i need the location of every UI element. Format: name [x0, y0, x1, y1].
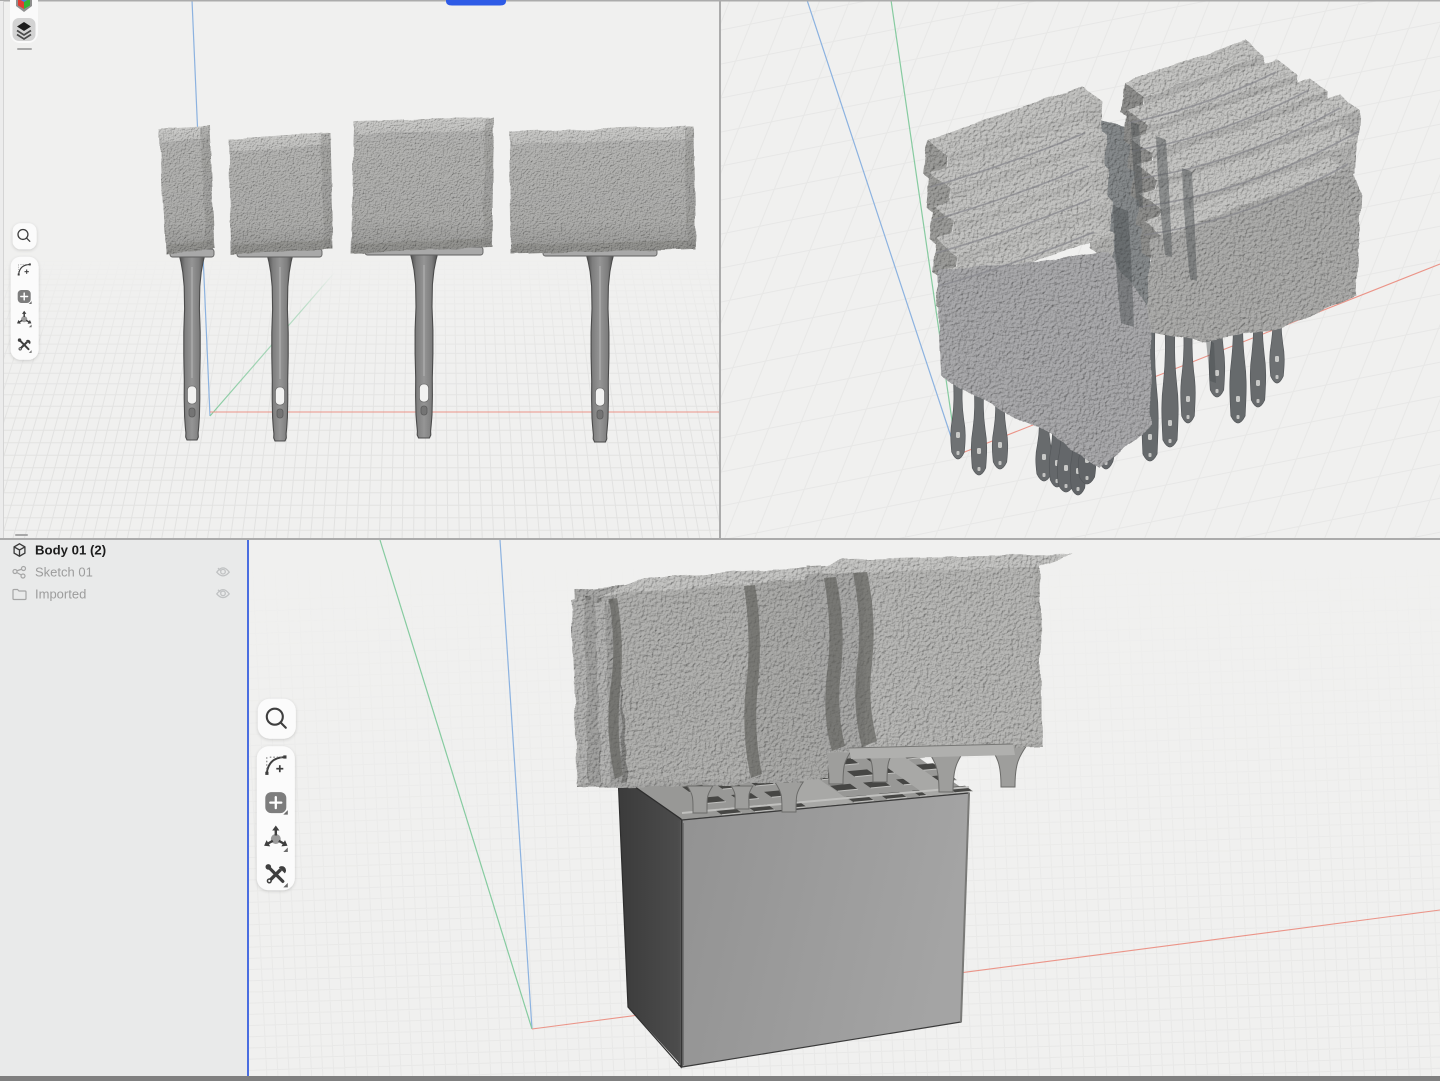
- svg-text:Imported: Imported: [35, 587, 86, 602]
- svg-text:Sketch 01: Sketch 01: [35, 565, 93, 580]
- svg-text:Body 01 (2): Body 01 (2): [35, 543, 106, 558]
